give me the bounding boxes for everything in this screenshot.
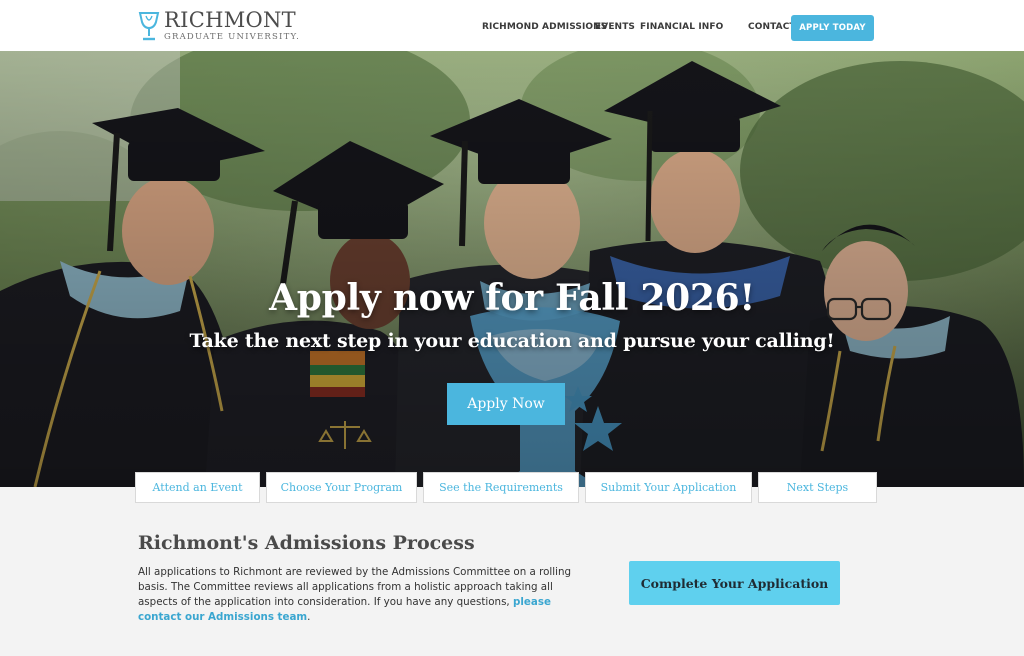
hero-subtitle: Take the next step in your education and…: [189, 330, 835, 352]
hero-banner: Apply now for Fall 2026! Take the next s…: [0, 51, 1024, 487]
tab-choose-your-program[interactable]: Choose Your Program: [266, 472, 417, 503]
site-header: RICHMONT GRADUATE UNIVERSITY. RICHMOND A…: [0, 0, 1024, 51]
process-text-end: .: [307, 611, 311, 623]
admissions-process-title: Richmont's Admissions Process: [138, 532, 475, 554]
chalice-logo-icon: [138, 12, 160, 41]
process-description: All applications to Richmont are reviewe…: [138, 566, 572, 608]
complete-your-application-button[interactable]: Complete Your Application: [629, 561, 840, 605]
richmont-logo[interactable]: RICHMONT GRADUATE UNIVERSITY.: [138, 9, 300, 43]
nav-financial-info[interactable]: FINANCIAL INFO: [640, 22, 723, 32]
tab-see-the-requirements[interactable]: See the Requirements: [423, 472, 579, 503]
tab-attend-an-event[interactable]: Attend an Event: [135, 472, 260, 503]
admissions-process-text: All applications to Richmont are reviewe…: [138, 565, 588, 625]
hero-title: Apply now for Fall 2026!: [269, 277, 755, 319]
tab-next-steps[interactable]: Next Steps: [758, 472, 877, 503]
logo-subtitle: GRADUATE UNIVERSITY.: [164, 32, 301, 43]
tab-submit-your-application[interactable]: Submit Your Application: [585, 472, 752, 503]
apply-today-button[interactable]: APPLY TODAY: [791, 15, 874, 41]
nav-events[interactable]: EVENTS: [595, 22, 635, 32]
logo-name: RICHMONT: [164, 8, 296, 33]
nav-richmond-admissions[interactable]: RICHMOND ADMISSIONS: [482, 22, 607, 32]
apply-now-button[interactable]: Apply Now: [447, 383, 565, 425]
